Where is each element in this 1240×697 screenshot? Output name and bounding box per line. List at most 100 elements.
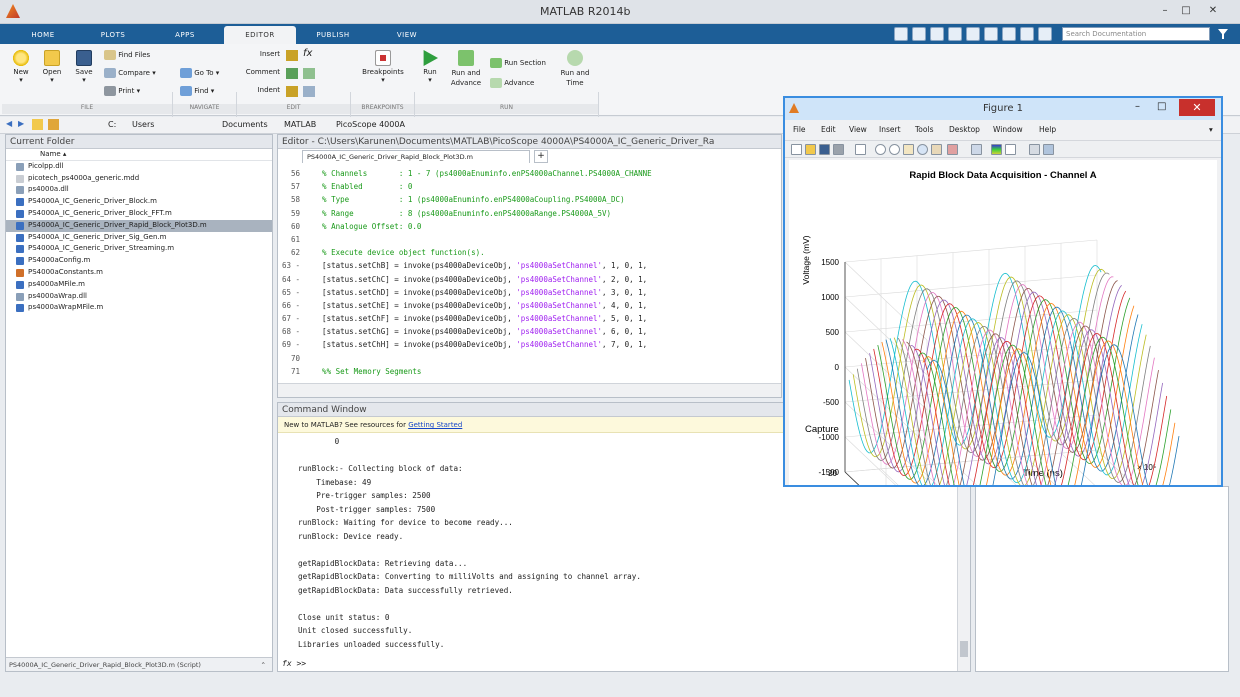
file-list-item[interactable]: picotech_ps4000a_generic.mdd	[6, 173, 272, 185]
minimize-button[interactable]: –	[1156, 4, 1174, 18]
new-button[interactable]: New ▾	[8, 50, 34, 84]
editor-file-tab[interactable]: PS4000A_IC_Generic_Driver_Rapid_Block_Pl…	[302, 150, 530, 163]
chevron-up-icon[interactable]: ⌃	[261, 658, 266, 672]
file-list-item[interactable]: PS4000A_IC_Generic_Driver_Block.m	[6, 196, 272, 208]
name-column-header[interactable]: Name ▴	[6, 149, 272, 161]
code-area[interactable]: 56 % Channels : 1 - 7 (ps4000aEnuminfo.e…	[278, 167, 781, 383]
code-line[interactable]: 65 - [status.setChD] = invoke(ps4000aDev…	[278, 286, 781, 299]
zoom-in-icon[interactable]	[875, 144, 886, 155]
breakpoints-button[interactable]: Breakpoints ▾	[356, 50, 410, 84]
path-picoscope[interactable]: PicoScope 4000A	[336, 120, 405, 129]
tab-home[interactable]: HOME	[14, 26, 72, 44]
save-figure-icon[interactable]	[819, 144, 830, 155]
file-list-item[interactable]: PS4000A_IC_Generic_Driver_Sig_Gen.m	[6, 232, 272, 244]
print-button[interactable]: Print ▾	[104, 86, 140, 96]
run-button[interactable]: Run ▾	[418, 50, 442, 84]
go-to-button[interactable]: Go To ▾	[180, 68, 219, 78]
file-list-item[interactable]: ps4000aWrap.dll	[6, 291, 272, 303]
forward-icon[interactable]: ▶	[18, 119, 24, 128]
tab-apps[interactable]: APPS	[154, 26, 216, 44]
code-line[interactable]: 58 % Type : 1 (ps4000aEnuminfo.enPS4000a…	[278, 193, 781, 206]
file-list-item[interactable]: PS4000A_IC_Generic_Driver_Rapid_Block_Pl…	[6, 219, 272, 232]
menu-overflow-icon[interactable]: ▾	[1209, 125, 1213, 134]
run-section-button[interactable]: Run Section	[490, 58, 546, 68]
plot-area[interactable]: Rapid Block Data Acquisition - Channel A…	[789, 160, 1217, 564]
horizontal-scrollbar[interactable]	[278, 383, 781, 397]
code-line[interactable]: 69 - [status.setChH] = invoke(ps4000aDev…	[278, 338, 781, 351]
path-users[interactable]: Users	[132, 120, 154, 129]
file-list-item[interactable]: PS4000A_IC_Generic_Driver_Streaming.m	[6, 243, 272, 255]
rotate-3d-icon[interactable]	[917, 144, 928, 155]
menu-help[interactable]: Help	[1039, 125, 1056, 134]
code-line[interactable]: 67 - [status.setChF] = invoke(ps4000aDev…	[278, 312, 781, 325]
tab-view[interactable]: VIEW	[376, 26, 438, 44]
find-button[interactable]: Find ▾	[180, 86, 214, 96]
code-line[interactable]: 60 % Analogue Offset: 0.0	[278, 220, 781, 233]
colorbar-icon[interactable]	[991, 144, 1002, 155]
file-list-item[interactable]: ps4000aWrapMFile.m	[6, 302, 272, 314]
comment-button[interactable]: Comment	[240, 68, 280, 76]
copy-quick-icon[interactable]	[930, 27, 944, 41]
indent-right-icon[interactable]	[303, 86, 315, 97]
figure-close-button[interactable]: ✕	[1179, 99, 1215, 116]
edit-plot-icon[interactable]	[855, 144, 866, 155]
open-button[interactable]: Open ▾	[38, 50, 66, 84]
browse-folder-icon[interactable]	[48, 119, 59, 130]
code-line[interactable]: 56 % Channels : 1 - 7 (ps4000aEnuminfo.e…	[278, 167, 781, 180]
file-list-item[interactable]: PS4000aConstants.m	[6, 267, 272, 279]
code-line[interactable]: 64 - [status.setChC] = invoke(ps4000aDev…	[278, 273, 781, 286]
menu-window[interactable]: Window	[993, 125, 1023, 134]
file-list-item[interactable]: Picolpp.dll	[6, 161, 272, 173]
menu-insert[interactable]: Insert	[879, 125, 901, 134]
path-matlab[interactable]: MATLAB	[284, 120, 316, 129]
advance-button[interactable]: Advance	[490, 78, 534, 88]
filter-icon[interactable]	[1218, 29, 1228, 39]
code-line[interactable]: 61	[278, 233, 781, 246]
menu-view[interactable]: View	[849, 125, 867, 134]
link-plot-icon[interactable]	[971, 144, 982, 155]
print-figure-icon[interactable]	[833, 144, 844, 155]
fx-icon[interactable]: fx	[303, 48, 312, 59]
figure-minimize-button[interactable]: –	[1135, 101, 1140, 112]
save-quick-icon[interactable]	[894, 27, 908, 41]
add-tab-icon[interactable]: +	[534, 150, 548, 163]
data-cursor-icon[interactable]	[931, 144, 942, 155]
compare-button[interactable]: Compare ▾	[104, 68, 156, 78]
code-line[interactable]: 59 % Range : 8 (ps4000aEnuminfo.enPS4000…	[278, 207, 781, 220]
brush-icon[interactable]	[947, 144, 958, 155]
tab-editor[interactable]: EDITOR	[224, 26, 296, 44]
close-button[interactable]: ✕	[1204, 4, 1222, 18]
command-prompt[interactable]: fx >>	[282, 659, 306, 668]
tab-plots[interactable]: PLOTS	[82, 26, 144, 44]
hide-plot-tools-icon[interactable]	[1029, 144, 1040, 155]
file-list-item[interactable]: PS4000A_IC_Generic_Driver_Block_FFT.m	[6, 208, 272, 220]
uncomment-icon[interactable]	[303, 68, 315, 79]
indent-left-icon[interactable]	[286, 86, 298, 97]
menu-desktop[interactable]: Desktop	[949, 125, 980, 134]
run-and-advance-button[interactable]: Run and Advance	[446, 50, 486, 88]
insert-button[interactable]: Insert	[246, 50, 280, 58]
code-line[interactable]: 68 - [status.setChG] = invoke(ps4000aDev…	[278, 325, 781, 338]
path-documents[interactable]: Documents	[222, 120, 268, 129]
code-line[interactable]: 62 % Execute device object function(s).	[278, 246, 781, 259]
code-line[interactable]: 70	[278, 352, 781, 365]
zoom-out-icon[interactable]	[889, 144, 900, 155]
open-file-icon[interactable]	[805, 144, 816, 155]
tab-publish[interactable]: PUBLISH	[302, 26, 364, 44]
switch-windows-icon[interactable]	[1002, 27, 1016, 41]
redo-quick-icon[interactable]	[984, 27, 998, 41]
search-icon[interactable]	[1198, 29, 1208, 39]
legend-icon[interactable]	[1005, 144, 1016, 155]
paste-quick-icon[interactable]	[948, 27, 962, 41]
save-button[interactable]: Save ▾	[70, 50, 98, 84]
code-line[interactable]: 66 - [status.setChE] = invoke(ps4000aDev…	[278, 299, 781, 312]
pan-icon[interactable]	[903, 144, 914, 155]
search-documentation-input[interactable]: Search Documentation	[1062, 27, 1210, 41]
undo-quick-icon[interactable]	[966, 27, 980, 41]
file-list-item[interactable]: ps4000a.dll	[6, 184, 272, 196]
maximize-button[interactable]: □	[1177, 4, 1195, 18]
back-icon[interactable]: ◀	[6, 119, 12, 128]
figure-maximize-button[interactable]: □	[1157, 101, 1166, 112]
new-figure-icon[interactable]	[791, 144, 802, 155]
getting-started-link[interactable]: Getting Started	[408, 421, 462, 429]
